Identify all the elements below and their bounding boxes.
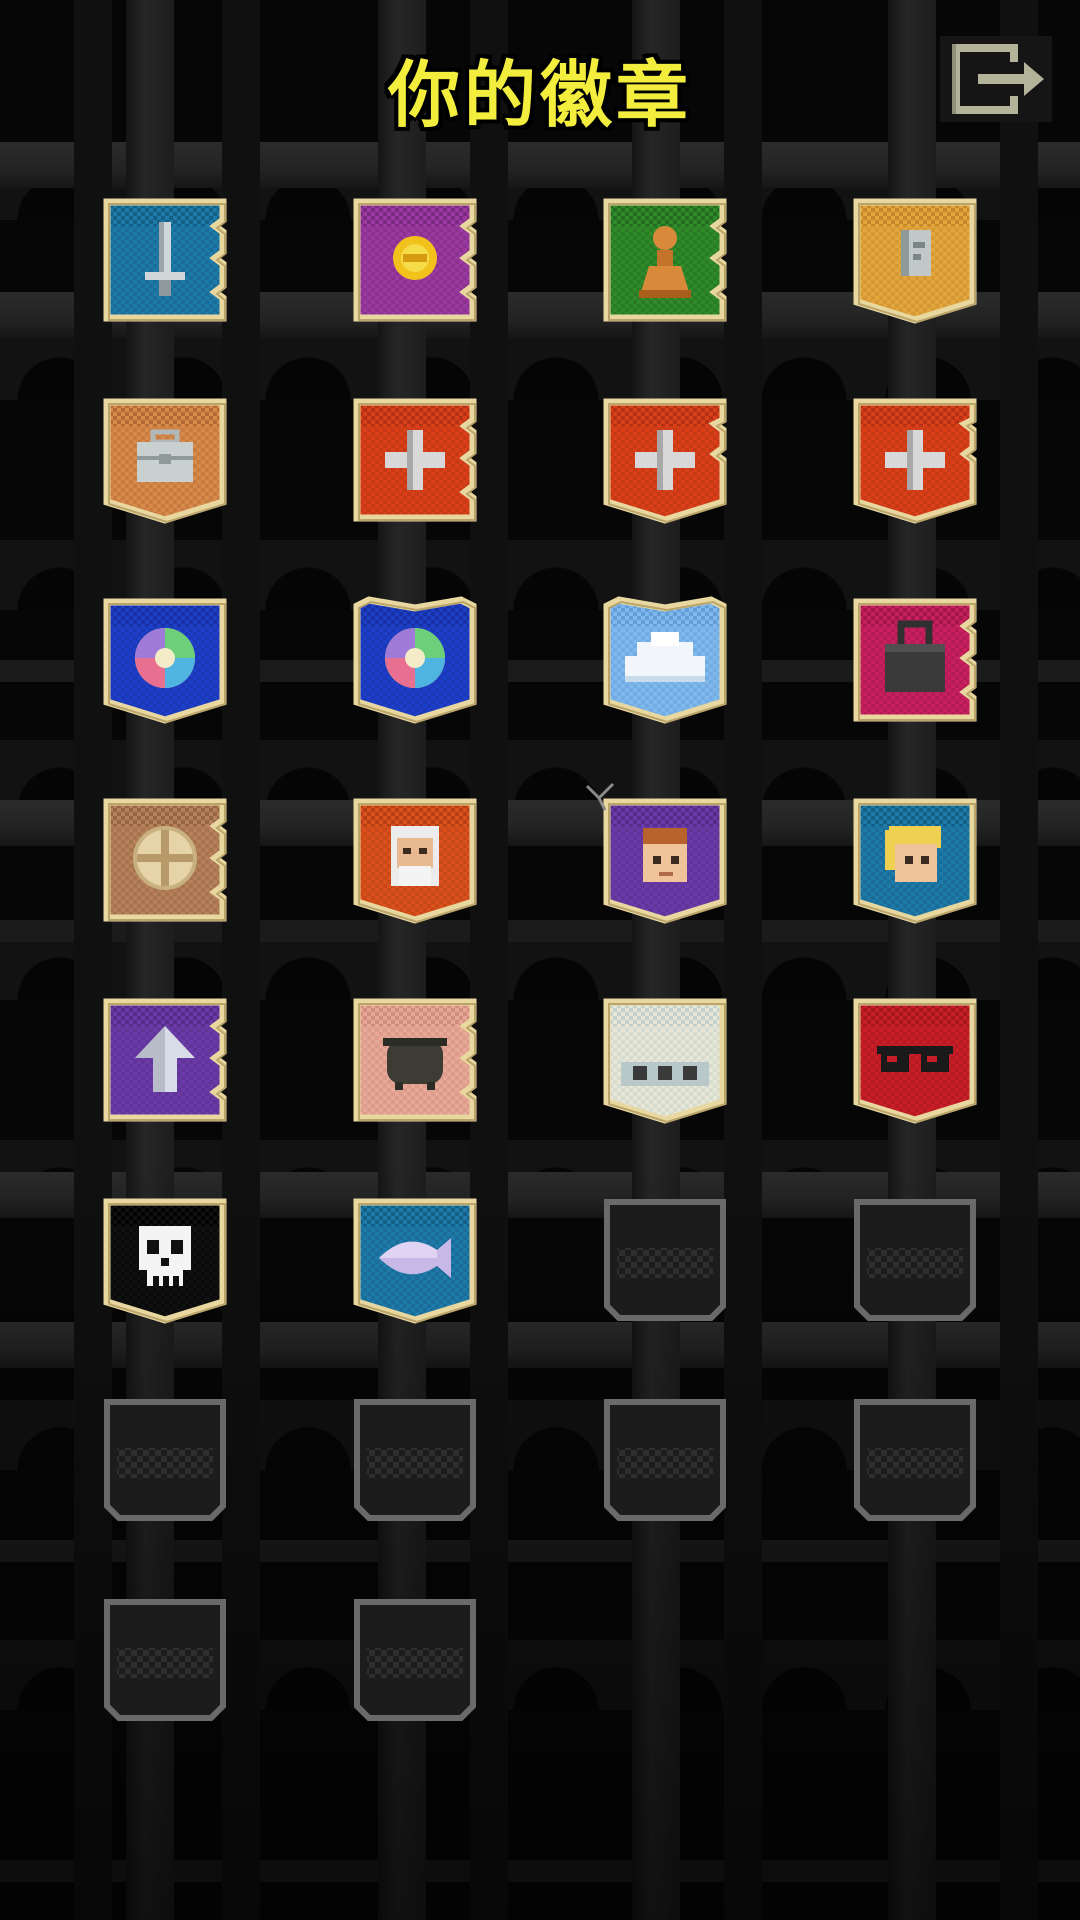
badge-wooden-shield[interactable] bbox=[101, 796, 229, 924]
badge-skull[interactable] bbox=[101, 1196, 229, 1324]
tablet-icon bbox=[853, 198, 977, 324]
badge-slot-locked[interactable] bbox=[351, 1596, 479, 1724]
badge-fish[interactable] bbox=[351, 1196, 479, 1324]
old-man-face-icon bbox=[353, 798, 477, 924]
ellipsis-icon bbox=[603, 998, 727, 1124]
pawn-icon bbox=[603, 198, 727, 322]
empty-slot-icon bbox=[104, 1599, 226, 1721]
badge-plus-gold[interactable] bbox=[851, 396, 979, 524]
briefcase-icon bbox=[103, 398, 227, 524]
badge-slot-locked[interactable] bbox=[601, 1396, 729, 1524]
badge-up-arrow[interactable] bbox=[101, 996, 229, 1124]
up-arrow-icon bbox=[103, 998, 227, 1122]
exit-button[interactable] bbox=[940, 36, 1052, 122]
badge-old-wizard[interactable] bbox=[351, 796, 479, 924]
round-shield-icon bbox=[103, 798, 227, 922]
badge-rainbow-orb-2[interactable] bbox=[351, 596, 479, 724]
empty-slot-icon bbox=[604, 1199, 726, 1321]
badge-slot-locked[interactable] bbox=[851, 1196, 979, 1324]
plus-icon bbox=[853, 398, 977, 524]
exit-door-arrow-icon bbox=[940, 36, 1052, 122]
sunglasses-icon bbox=[853, 998, 977, 1124]
blonde-face-icon bbox=[853, 798, 977, 924]
page-title: 你的徽章 bbox=[387, 53, 692, 137]
badge-sword[interactable] bbox=[101, 196, 229, 324]
badge-plus-silver[interactable] bbox=[601, 396, 729, 524]
badge-sunglasses[interactable] bbox=[851, 996, 979, 1124]
empty-slot-icon bbox=[604, 1399, 726, 1521]
cloud-icon bbox=[603, 596, 727, 724]
badge-stone-tablet[interactable] bbox=[851, 196, 979, 324]
cursor-sparkle-icon bbox=[585, 782, 615, 811]
badge-hero-boy[interactable] bbox=[601, 796, 729, 924]
empty-slot-icon bbox=[104, 1399, 226, 1521]
badges-screen: 你的徽章 bbox=[0, 0, 1080, 1920]
empty-slot-icon bbox=[354, 1599, 476, 1721]
badge-cauldron[interactable] bbox=[351, 996, 479, 1124]
badge-gold-coin[interactable] bbox=[351, 196, 479, 324]
gold-coin-icon bbox=[353, 198, 477, 322]
badge-chess-pawn[interactable] bbox=[601, 196, 729, 324]
badge-rainbow-orb[interactable] bbox=[101, 596, 229, 724]
boy-face-icon bbox=[603, 798, 727, 924]
orb-icon bbox=[103, 598, 227, 724]
plus-icon bbox=[603, 398, 727, 524]
badge-padlock[interactable] bbox=[851, 596, 979, 724]
badge-slot-locked[interactable] bbox=[351, 1396, 479, 1524]
badge-slot-locked[interactable] bbox=[101, 1596, 229, 1724]
badge-briefcase[interactable] bbox=[101, 396, 229, 524]
skull-icon bbox=[103, 1198, 227, 1324]
padlock-icon bbox=[853, 598, 977, 722]
plus-icon bbox=[353, 398, 477, 522]
badge-blonde-girl[interactable] bbox=[851, 796, 979, 924]
empty-slot-icon bbox=[354, 1399, 476, 1521]
cauldron-icon bbox=[353, 998, 477, 1122]
badge-ellipsis-scroll[interactable] bbox=[601, 996, 729, 1124]
empty-slot-icon bbox=[854, 1199, 976, 1321]
badge-plus-bronze[interactable] bbox=[351, 396, 479, 524]
empty-slot-icon bbox=[854, 1399, 976, 1521]
fish-icon bbox=[353, 1198, 477, 1324]
badge-cloud[interactable] bbox=[601, 596, 729, 724]
badge-slot-locked[interactable] bbox=[851, 1396, 979, 1524]
badge-slot-locked[interactable] bbox=[601, 1196, 729, 1324]
badge-slot-locked[interactable] bbox=[101, 1396, 229, 1524]
orb-icon bbox=[353, 596, 477, 724]
sword-icon bbox=[103, 198, 227, 322]
